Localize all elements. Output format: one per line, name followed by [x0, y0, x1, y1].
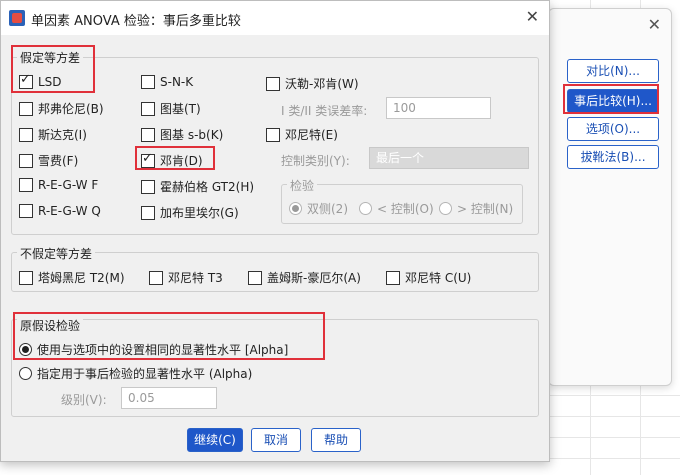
same-alpha-radio[interactable]: 使用与选项中的设置相同的显著性水平 [Alpha] — [19, 341, 288, 358]
level-field[interactable]: 0.05 — [121, 387, 217, 409]
control-category-select[interactable]: 最后一个 — [369, 147, 529, 169]
gabriel-checkbox[interactable]: 加布里埃尔(G) — [141, 204, 239, 221]
app-icon — [9, 10, 25, 26]
control-category-label: 控制类别(Y): — [281, 154, 350, 168]
help-button[interactable]: 帮助 — [311, 428, 361, 452]
tukey-checkbox[interactable]: 图基(T) — [141, 100, 201, 117]
hochberg-checkbox[interactable]: 霍赫伯格 GT2(H) — [141, 178, 254, 195]
error-ratio-label: I 类/II 类误差率: — [281, 104, 368, 118]
waller-duncan-checkbox[interactable]: 沃勒-邓肯(W) — [266, 75, 359, 92]
two-sided-radio[interactable]: 双侧(2) — [289, 200, 348, 217]
regwq-checkbox[interactable]: R-E-G-W Q — [19, 204, 101, 218]
dunnett-c-checkbox[interactable]: 邓尼特 C(U) — [386, 269, 471, 286]
continue-button[interactable]: 继续(C) — [187, 428, 243, 452]
cancel-button[interactable]: 取消 — [251, 428, 301, 452]
greater-control-radio[interactable]: > 控制(N) — [439, 200, 513, 217]
less-control-radio[interactable]: < 控制(O) — [359, 200, 434, 217]
level-label: 级别(V): — [61, 393, 107, 407]
error-ratio-field[interactable]: 100 — [386, 97, 491, 119]
options-button[interactable]: 选项(O)... — [567, 117, 659, 141]
dunnett-t3-checkbox[interactable]: 邓尼特 T3 — [149, 269, 223, 286]
sidak-checkbox[interactable]: 斯达克(I) — [19, 126, 87, 143]
post-hoc-dialog: 单因素 ANOVA 检验：事后多重比较 ✕ 假定等方差 LSD 邦弗伦尼(B) … — [0, 0, 550, 462]
lsd-checkbox[interactable]: LSD — [19, 72, 62, 89]
contrast-button[interactable]: 对比(N)... — [567, 59, 659, 83]
snk-checkbox[interactable]: S-N-K — [141, 75, 193, 89]
bootstrap-button[interactable]: 拔靴法(B)... — [567, 145, 659, 169]
close-icon[interactable]: ✕ — [526, 7, 539, 26]
background-dialog: ✕ 对比(N)... 事后比较(H)... 选项(O)... 拔靴法(B)... — [548, 8, 672, 386]
post-hoc-button[interactable]: 事后比较(H)... — [567, 89, 659, 113]
specify-alpha-radio[interactable]: 指定用于事后检验的显著性水平 (Alpha) — [19, 365, 252, 382]
dunnett-checkbox[interactable]: 邓尼特(E) — [266, 126, 338, 143]
regwf-checkbox[interactable]: R-E-G-W F — [19, 178, 98, 192]
dialog-title: 单因素 ANOVA 检验：事后多重比较 — [31, 14, 241, 29]
duncan-checkbox[interactable]: 邓肯(D) — [141, 151, 203, 169]
scheffe-checkbox[interactable]: 雪费(F) — [19, 152, 78, 169]
games-howell-checkbox[interactable]: 盖姆斯-豪厄尔(A) — [248, 269, 361, 286]
unequal-variance-title: 不假定等方差 — [17, 245, 96, 262]
tamhane-checkbox[interactable]: 塔姆黑尼 T2(M) — [19, 269, 125, 286]
null-hypothesis-title: 原假设检验 — [17, 317, 84, 334]
tukey-b-checkbox[interactable]: 图基 s-b(K) — [141, 126, 223, 143]
bonferroni-checkbox[interactable]: 邦弗伦尼(B) — [19, 100, 104, 117]
title-bar: 单因素 ANOVA 检验：事后多重比较 ✕ — [1, 1, 549, 35]
equal-variance-title: 假定等方差 — [17, 49, 84, 66]
test-title: 检验 — [287, 177, 318, 194]
close-icon[interactable]: ✕ — [648, 15, 661, 34]
